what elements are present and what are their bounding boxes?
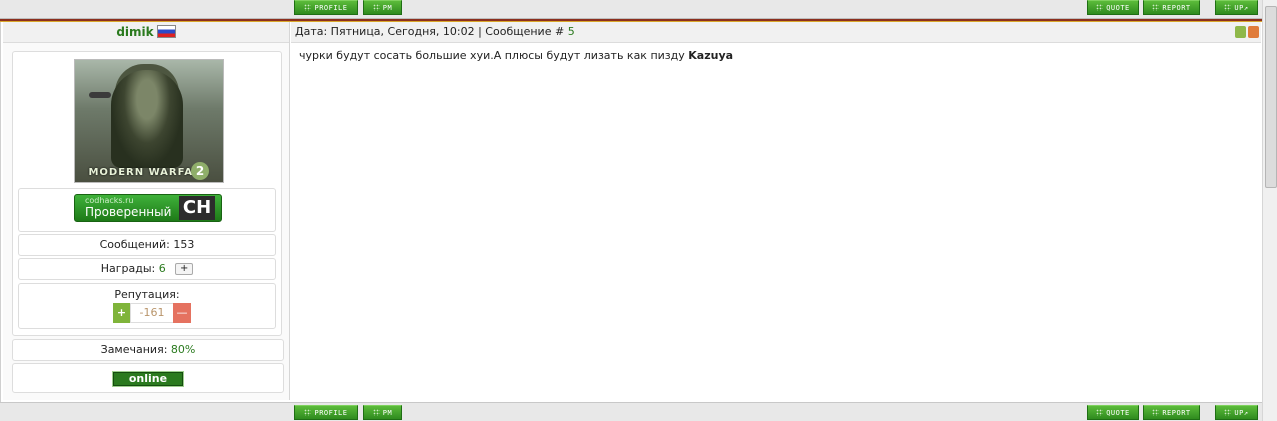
up-arrow-icon: ↗ <box>1243 4 1249 12</box>
message-mention: Kazuya <box>688 49 734 62</box>
post-meta: Дата: Пятница, Сегодня, 10:02 | Сообщени… <box>295 22 575 42</box>
quote-button-top[interactable]: QUOTE <box>1087 0 1139 15</box>
bottom-action-bar: PROFILE PM QUOTE REPORT UP↗ <box>0 402 1262 421</box>
dots-icon <box>372 4 380 11</box>
scrollbar-thumb[interactable] <box>1265 6 1277 188</box>
message-body: чурки будут сосать большие хуи.А плюсы б… <box>299 49 733 62</box>
message-panel: Дата: Пятница, Сегодня, 10:02 | Сообщени… <box>291 22 1261 400</box>
user-panel: dimik MODERN WARFARE 2 codhacks.ru Прове… <box>3 22 290 400</box>
username-header: dimik <box>3 22 289 43</box>
reputation-control: + -161 — <box>113 303 191 323</box>
message-header: Дата: Пятница, Сегодня, 10:02 | Сообщени… <box>291 22 1261 43</box>
awards-label: Награды: <box>100 262 156 275</box>
dots-icon <box>1224 409 1232 416</box>
dots-icon <box>372 409 380 416</box>
dots-icon <box>304 409 312 416</box>
profile-button-bottom[interactable]: PROFILE <box>294 405 358 420</box>
post-frame: dimik MODERN WARFARE 2 codhacks.ru Прове… <box>0 22 1263 402</box>
post-number-link[interactable]: 5 <box>568 25 575 38</box>
warnings-label: Замечания: <box>100 343 168 356</box>
profile-button-top[interactable]: PROFILE <box>294 0 358 15</box>
reputation-minus-button[interactable]: — <box>173 303 191 323</box>
warnings-box: Замечания: 80% <box>12 339 284 361</box>
report-button-bottom[interactable]: REPORT <box>1143 405 1200 420</box>
rating-controls <box>1233 25 1259 45</box>
awards-count[interactable]: 6 <box>159 262 166 275</box>
messages-count: 153 <box>173 238 195 251</box>
quote-button-bottom[interactable]: QUOTE <box>1087 405 1139 420</box>
dots-icon <box>1096 409 1104 416</box>
badge-box: codhacks.ru Проверенный CH <box>18 188 276 232</box>
user-info-card: MODERN WARFARE 2 codhacks.ru Проверенный… <box>12 51 282 336</box>
up-button-bottom[interactable]: UP↗ <box>1215 405 1258 420</box>
awards-row: Награды: 6 + <box>18 258 276 280</box>
reputation-plus-button[interactable]: + <box>113 303 130 323</box>
messages-label: Сообщений: <box>99 238 170 251</box>
badge-label: Проверенный <box>85 205 172 219</box>
dots-icon <box>304 4 312 11</box>
warnings-value: 80% <box>170 343 196 356</box>
helicopter-graphic <box>89 92 111 98</box>
dots-icon <box>1096 4 1104 11</box>
badge-site: codhacks.ru <box>85 196 134 205</box>
pm-button-bottom[interactable]: PM <box>363 405 402 420</box>
online-status-badge: online <box>112 371 184 387</box>
vertical-scrollbar[interactable] <box>1262 0 1277 421</box>
message-text: чурки будут сосать большие хуи.А плюсы б… <box>299 49 685 62</box>
thumbs-up-icon[interactable] <box>1235 26 1246 38</box>
dots-icon <box>1224 4 1232 11</box>
reputation-label: Репутация: <box>114 288 180 301</box>
verified-badge: codhacks.ru Проверенный CH <box>74 194 222 222</box>
username-link[interactable]: dimik <box>116 25 153 39</box>
russia-flag-icon <box>156 25 176 38</box>
reputation-box: Репутация: + -161 — <box>18 283 276 329</box>
pm-button-top[interactable]: PM <box>363 0 402 15</box>
messages-count-row: Сообщений: 153 <box>18 234 276 256</box>
top-action-bar: PROFILE PM QUOTE REPORT UP↗ <box>0 0 1262 19</box>
date-label: Дата: Пятница, Сегодня, 10:02 | Сообщени… <box>295 25 565 38</box>
status-box: online <box>12 363 284 393</box>
reputation-value[interactable]: -161 <box>130 303 174 323</box>
badge-logo: CH <box>179 196 215 220</box>
avatar: MODERN WARFARE 2 <box>74 59 224 183</box>
up-arrow-icon: ↗ <box>1243 409 1249 417</box>
report-button-top[interactable]: REPORT <box>1143 0 1200 15</box>
avatar-number: 2 <box>191 162 209 180</box>
soldier-graphic <box>111 70 183 168</box>
up-button-top[interactable]: UP↗ <box>1215 0 1258 15</box>
add-award-button[interactable]: + <box>175 263 194 275</box>
dots-icon <box>1152 409 1160 416</box>
thumbs-down-icon[interactable] <box>1248 26 1259 38</box>
dots-icon <box>1152 4 1160 11</box>
